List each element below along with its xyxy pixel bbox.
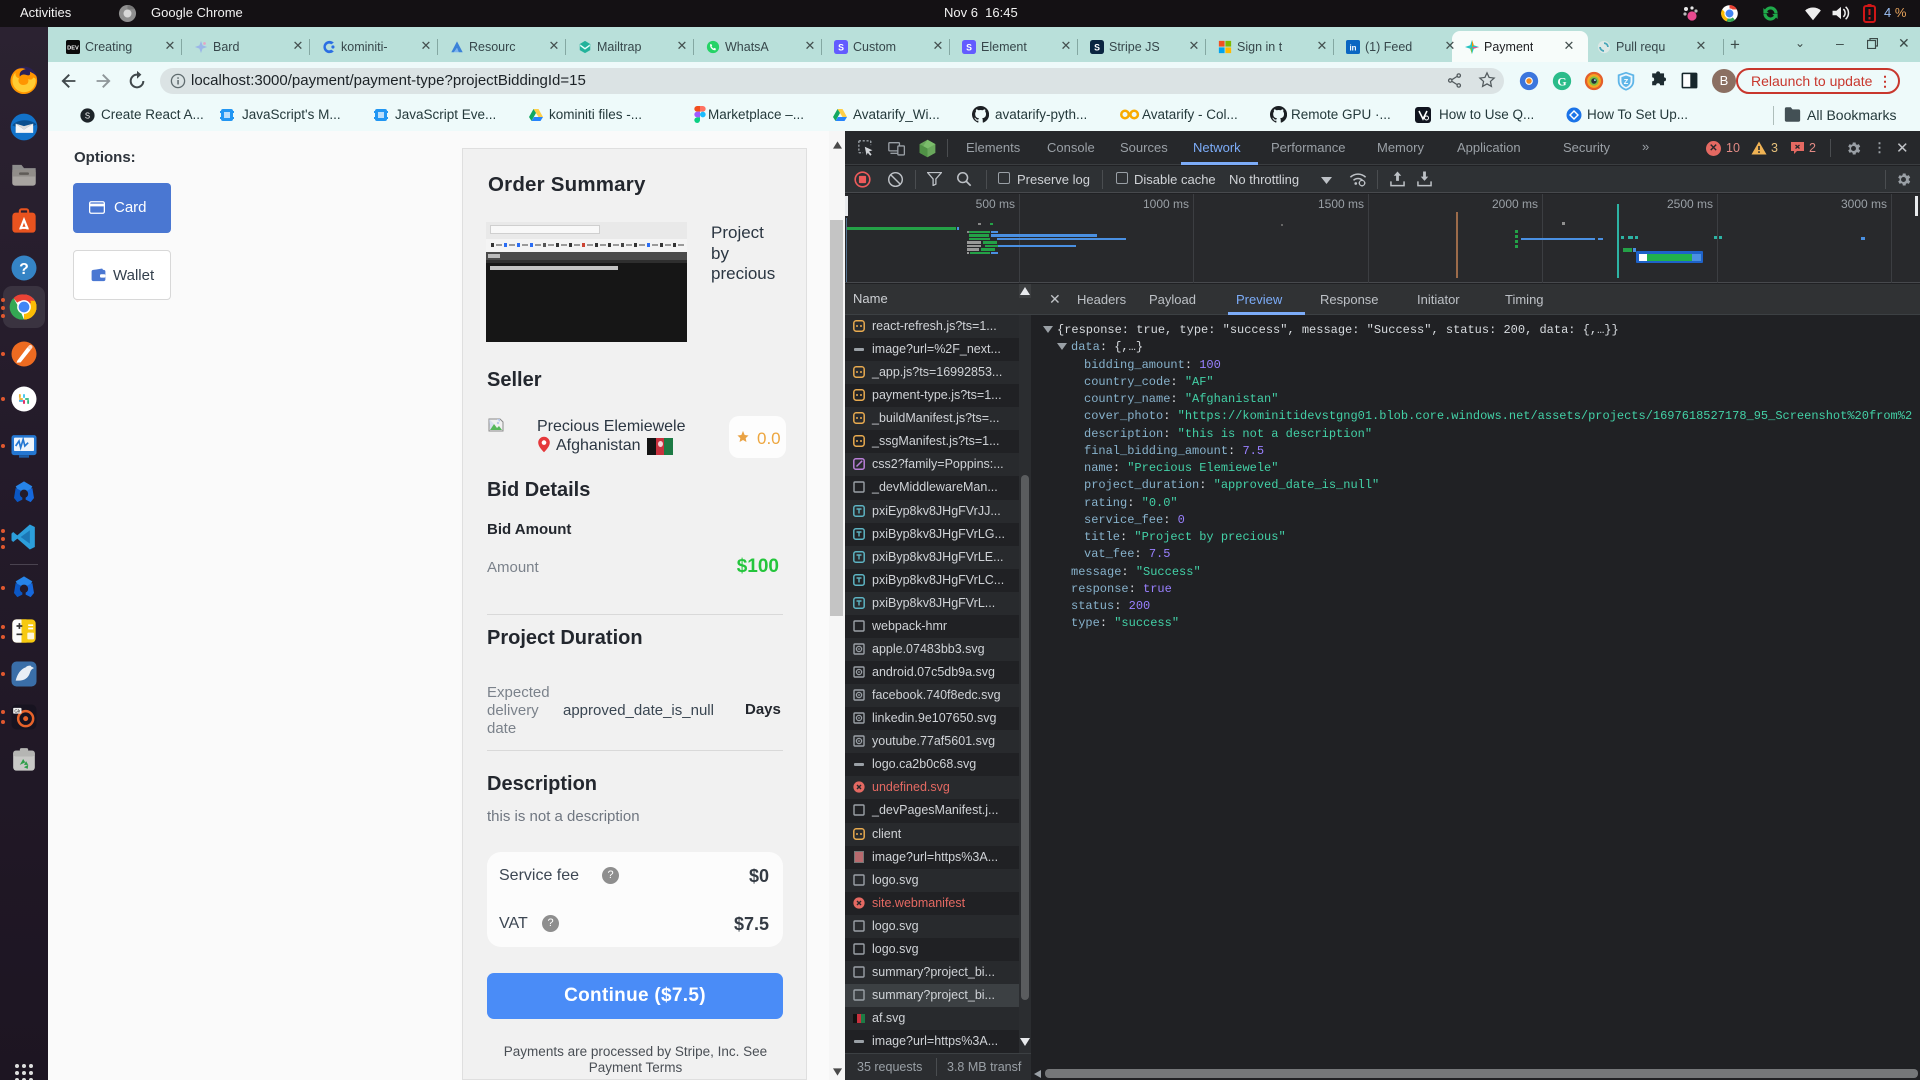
svg-text:?: ? bbox=[19, 261, 29, 278]
svg-text:S: S bbox=[838, 43, 844, 53]
svg-text:in: in bbox=[1350, 44, 1357, 53]
svg-text:Z: Z bbox=[1624, 77, 1629, 86]
svg-text:S: S bbox=[966, 43, 972, 53]
svg-text:S: S bbox=[1094, 43, 1100, 53]
svg-text:Gk: Gk bbox=[14, 709, 21, 714]
svg-text:DEV: DEV bbox=[67, 46, 79, 52]
svg-text:S: S bbox=[85, 111, 90, 120]
svg-text:G: G bbox=[1557, 75, 1566, 89]
